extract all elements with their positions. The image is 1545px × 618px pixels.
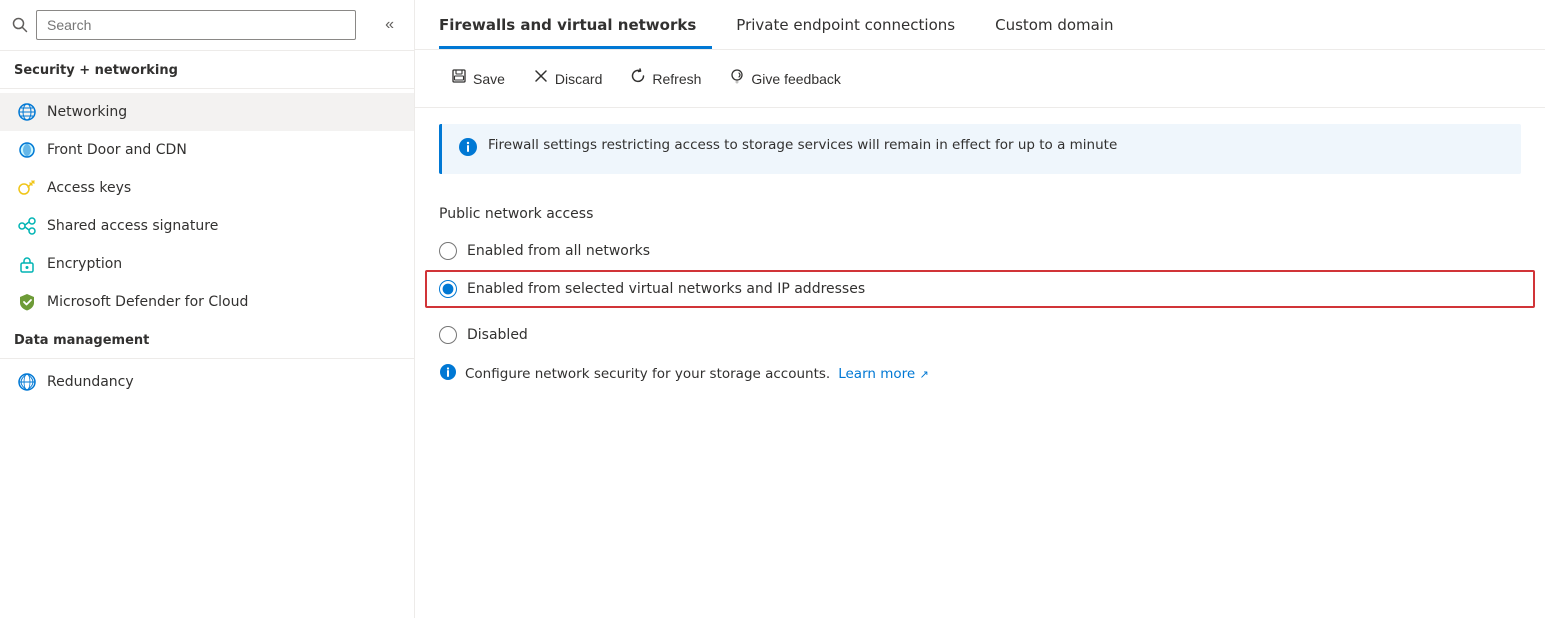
networking-icon bbox=[17, 102, 37, 122]
feedback-icon bbox=[729, 68, 745, 89]
discard-label: Discard bbox=[555, 71, 602, 87]
radio-disabled-label: Disabled bbox=[467, 327, 528, 343]
sidebar-item-networking[interactable]: Networking bbox=[0, 93, 414, 131]
sidebar-item-front-door[interactable]: Front Door and CDN bbox=[0, 131, 414, 169]
main-content: Firewalls and virtual networks Private e… bbox=[415, 0, 1545, 618]
tab-custom-domain[interactable]: Custom domain bbox=[995, 0, 1129, 49]
defender-icon bbox=[17, 292, 37, 312]
tab-firewalls[interactable]: Firewalls and virtual networks bbox=[439, 0, 712, 49]
sidebar: « Security + networking Networking bbox=[0, 0, 415, 618]
collapse-button[interactable]: « bbox=[377, 12, 402, 38]
save-button[interactable]: Save bbox=[439, 62, 517, 95]
sidebar-item-encryption-label: Encryption bbox=[47, 256, 122, 272]
info-icon bbox=[458, 137, 478, 162]
tabs-bar: Firewalls and virtual networks Private e… bbox=[415, 0, 1545, 50]
section-label-data-management: Data management bbox=[0, 321, 414, 354]
search-bar: « bbox=[0, 0, 414, 51]
save-label: Save bbox=[473, 71, 505, 87]
configure-info-icon bbox=[439, 363, 457, 386]
save-icon bbox=[451, 68, 467, 89]
refresh-icon bbox=[630, 68, 646, 89]
sidebar-item-redundancy-label: Redundancy bbox=[47, 374, 134, 390]
radio-all-networks[interactable] bbox=[439, 242, 457, 260]
external-link-icon: ↗ bbox=[920, 368, 929, 381]
radio-item-all-networks: Enabled from all networks bbox=[439, 234, 1521, 268]
sidebar-item-front-door-label: Front Door and CDN bbox=[47, 142, 187, 158]
sidebar-item-encryption[interactable]: Encryption bbox=[0, 245, 414, 283]
discard-button[interactable]: Discard bbox=[521, 62, 614, 95]
sidebar-item-networking-label: Networking bbox=[47, 104, 127, 120]
sidebar-item-access-keys[interactable]: Access keys bbox=[0, 169, 414, 207]
learn-more-label: Learn more bbox=[838, 366, 915, 382]
toolbar: Save Discard Refresh bbox=[415, 50, 1545, 108]
learn-more-link[interactable]: Learn more ↗ bbox=[838, 366, 929, 382]
tab-private-endpoint[interactable]: Private endpoint connections bbox=[736, 0, 971, 49]
radio-item-selected-networks: Enabled from selected virtual networks a… bbox=[425, 270, 1535, 308]
section-divider bbox=[0, 88, 414, 89]
configure-row: Configure network security for your stor… bbox=[439, 356, 1521, 392]
redundancy-icon bbox=[17, 372, 37, 392]
front-door-icon bbox=[17, 140, 37, 160]
refresh-label: Refresh bbox=[652, 71, 701, 87]
radio-disabled[interactable] bbox=[439, 326, 457, 344]
radio-group-public-access: Enabled from all networks Enabled from s… bbox=[439, 234, 1521, 352]
refresh-button[interactable]: Refresh bbox=[618, 62, 713, 95]
radio-all-networks-label: Enabled from all networks bbox=[467, 243, 650, 259]
main-section: Public network access Enabled from all n… bbox=[415, 190, 1545, 408]
shared-access-icon bbox=[17, 216, 37, 236]
radio-selected-networks-label: Enabled from selected virtual networks a… bbox=[467, 281, 865, 297]
public-network-access-label: Public network access bbox=[439, 206, 1521, 222]
sidebar-scroll: Security + networking Networking bbox=[0, 51, 414, 618]
access-keys-icon bbox=[17, 178, 37, 198]
search-icon bbox=[12, 17, 28, 33]
discard-icon bbox=[533, 68, 549, 89]
feedback-button[interactable]: Give feedback bbox=[717, 62, 853, 95]
search-input[interactable] bbox=[36, 10, 356, 40]
info-banner-text: Firewall settings restricting access to … bbox=[488, 136, 1117, 155]
sidebar-item-access-keys-label: Access keys bbox=[47, 180, 131, 196]
encryption-icon bbox=[17, 254, 37, 274]
feedback-label: Give feedback bbox=[751, 71, 841, 87]
sidebar-item-shared-access-label: Shared access signature bbox=[47, 218, 218, 234]
sidebar-item-shared-access[interactable]: Shared access signature bbox=[0, 207, 414, 245]
configure-text: Configure network security for your stor… bbox=[465, 366, 830, 382]
radio-item-disabled: Disabled bbox=[439, 318, 1521, 352]
radio-selected-networks[interactable] bbox=[439, 280, 457, 298]
section-divider-2 bbox=[0, 358, 414, 359]
sidebar-item-defender-label: Microsoft Defender for Cloud bbox=[47, 294, 248, 310]
section-label-security: Security + networking bbox=[0, 51, 414, 84]
sidebar-item-defender[interactable]: Microsoft Defender for Cloud bbox=[0, 283, 414, 321]
sidebar-item-redundancy[interactable]: Redundancy bbox=[0, 363, 414, 401]
info-banner: Firewall settings restricting access to … bbox=[439, 124, 1521, 174]
